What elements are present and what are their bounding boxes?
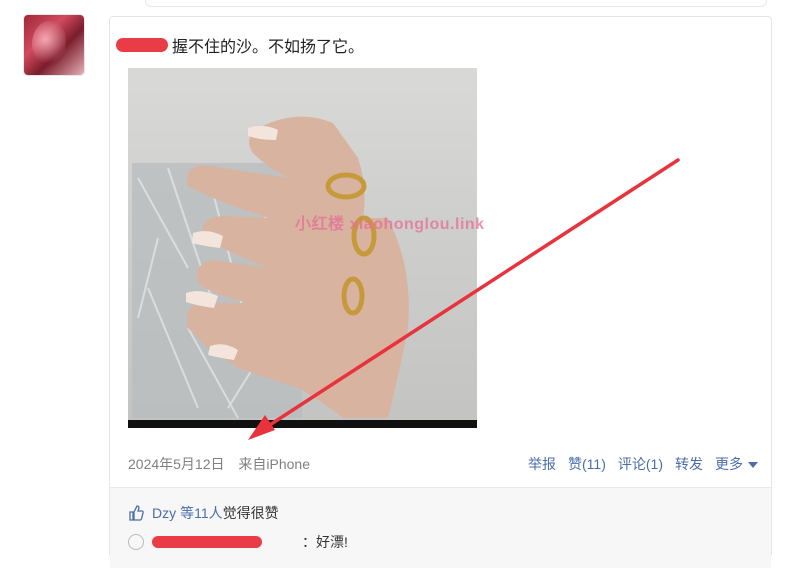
thumbs-up-icon (129, 505, 144, 521)
post-card: 握不住的沙。不如扬了它。 小红楼 xiaohonglou.link 2024年5… (109, 16, 772, 568)
author-name[interactable] (116, 35, 168, 55)
comment-text: ：好漂! (302, 534, 348, 550)
post-meta-row: 2024年5月12日 来自iPhone 举报 赞(11) 评论(1) 转发 更多 (128, 454, 758, 474)
likers-count[interactable]: 等11人 (180, 503, 223, 523)
photo-bottom-bar (128, 420, 477, 428)
comment-button[interactable]: 评论(1) (618, 454, 663, 474)
post-date[interactable]: 2024年5月12日 (128, 456, 225, 472)
author-redaction (116, 38, 168, 52)
liker-name[interactable]: Dzy (152, 505, 176, 521)
report-button[interactable]: 举报 (528, 454, 556, 474)
comment-item: ：好漂! (128, 532, 348, 552)
post-photo[interactable] (128, 68, 477, 428)
like-button[interactable]: 赞(11) (568, 454, 606, 474)
post-source: 来自iPhone (238, 456, 310, 472)
likes-suffix: 觉得很赞 (222, 505, 279, 521)
commenter-redaction (152, 536, 262, 548)
watermark: 小红楼 xiaohonglou.link (295, 216, 485, 233)
more-button[interactable]: 更多 (715, 454, 758, 474)
more-label: 更多 (715, 456, 743, 472)
commenter-name[interactable] (152, 534, 302, 550)
hand-with-glass-illustration (132, 116, 409, 419)
avatar[interactable] (24, 15, 84, 75)
chevron-down-icon (748, 462, 758, 469)
repost-button[interactable]: 转发 (675, 454, 703, 474)
post-header: 握不住的沙。不如扬了它。 (116, 33, 365, 57)
commenter-avatar[interactable] (128, 534, 144, 550)
post-text: 握不住的沙。不如扬了它。 (172, 39, 365, 56)
previous-card-edge (145, 0, 767, 7)
post-actions: 举报 赞(11) 评论(1) 转发 更多 (528, 454, 758, 474)
likes-summary: Dzy 等11人 觉得很赞 (128, 503, 279, 523)
likes-comments-panel: Dzy 等11人 觉得很赞 ：好漂! (110, 487, 771, 568)
